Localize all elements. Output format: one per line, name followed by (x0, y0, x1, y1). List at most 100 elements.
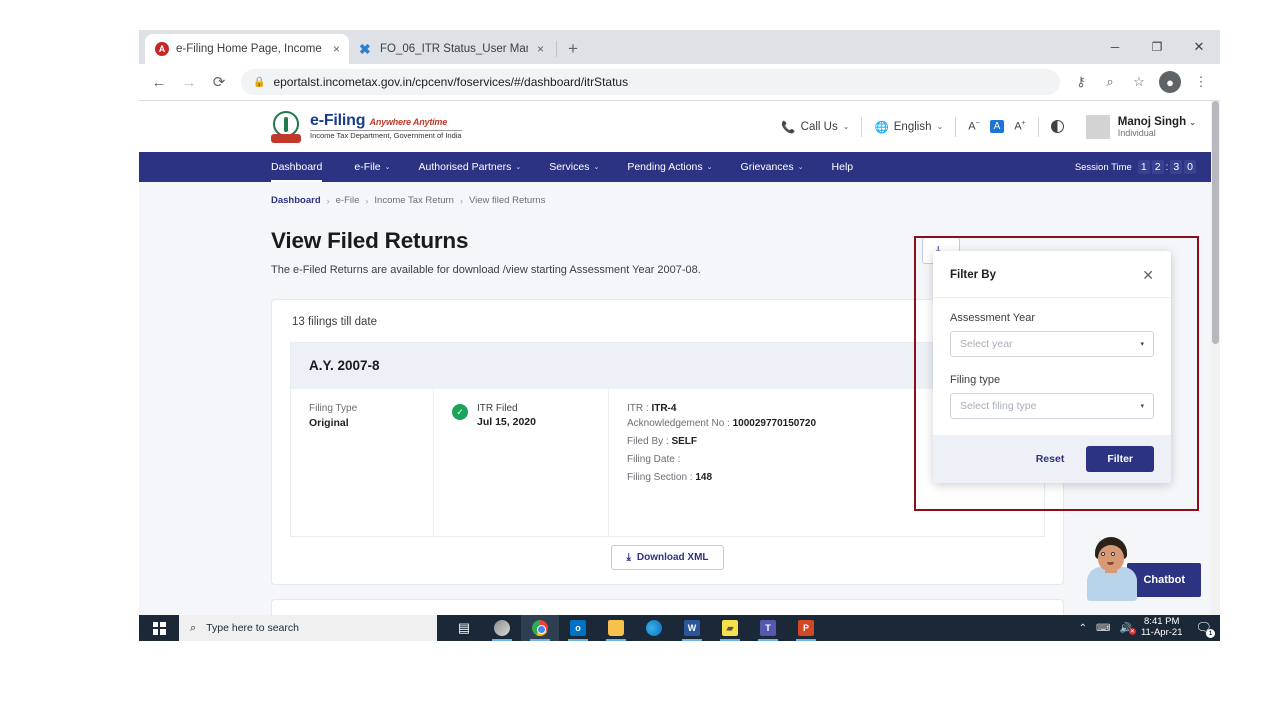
chevron-down-icon: ⌄ (798, 163, 804, 171)
scrollbar-thumb[interactable] (1212, 101, 1219, 344)
download-xml-button[interactable]: ⤓ Download XML (611, 545, 723, 570)
status-column: ✓ ITR Filed Jul 15, 2020 (434, 389, 609, 536)
back-icon[interactable]: ← (145, 68, 173, 96)
chrome-icon[interactable] (521, 615, 559, 641)
filing-type-value: Original (309, 417, 415, 429)
search-icon: ⌕ (190, 622, 196, 635)
edge-icon[interactable] (635, 615, 673, 641)
filing-type-placeholder: Select filing type (960, 400, 1036, 412)
browser-tab-1-close-icon[interactable]: × (333, 42, 340, 56)
file-explorer-icon[interactable] (597, 615, 635, 641)
chevron-down-icon: ▾ (1140, 340, 1144, 348)
new-tab-button[interactable]: + (560, 39, 586, 64)
reset-button[interactable]: Reset (1028, 448, 1073, 470)
chevron-down-icon: ⌄ (936, 122, 943, 131)
vertical-scrollbar[interactable] (1211, 101, 1220, 615)
browser-tab-2[interactable]: ✖ FO_06_ITR Status_User Manual ( × (349, 34, 553, 64)
start-button[interactable] (139, 615, 179, 641)
browser-tab-2-close-icon[interactable]: × (537, 42, 544, 56)
nav-label: Services (549, 161, 589, 173)
teams-icon[interactable]: T (749, 615, 787, 641)
filter-dialog-body: Assessment Year Select year ▾ Filing typ… (933, 298, 1171, 435)
browser-tab-1[interactable]: A e-Filing Home Page, Income Tax × (145, 34, 349, 64)
assessment-year-select[interactable]: Select year ▾ (950, 331, 1154, 357)
windows-taskbar: ⌕ Type here to search ▤ o W ▰ T P ⌃ ⌨ 🔊✕… (139, 615, 1220, 641)
nav-item-dashboard[interactable]: Dashboard (271, 152, 340, 182)
breadcrumb-item-dashboard[interactable]: Dashboard (271, 195, 321, 206)
nav-item-grievances[interactable]: Grievances ⌄ (727, 152, 818, 182)
close-icon[interactable]: ✕ (1142, 268, 1154, 282)
search-icon[interactable]: ⌕ (1097, 69, 1123, 95)
paint-3d-icon[interactable] (483, 615, 521, 641)
filter-button[interactable]: Filter (1086, 446, 1154, 472)
site-logo[interactable]: e-Filing Anywhere Anytime Income Tax Dep… (271, 111, 462, 143)
show-hidden-icons-chevron-icon[interactable]: ⌃ (1079, 623, 1087, 634)
screen: A e-Filing Home Page, Income Tax × ✖ FO_… (0, 0, 1280, 720)
key-icon[interactable]: ⚷ (1068, 69, 1094, 95)
detail-key: Filed By : (627, 436, 669, 447)
call-us-menu[interactable]: 📞 Call Us ⌄ (769, 120, 861, 134)
bookmark-star-icon[interactable]: ☆ (1126, 69, 1152, 95)
address-bar[interactable]: 🔒 eportalst.incometax.gov.in/cpcenv/fose… (241, 69, 1060, 95)
notifications-icon[interactable]: 🗨1 (1191, 620, 1212, 636)
contrast-toggle-button[interactable] (1039, 120, 1076, 133)
download-row: ⤓ Download XML (272, 537, 1063, 584)
chrome-menu-icon[interactable]: ⋮ (1188, 69, 1214, 95)
site-navigation: Dashboard e-File ⌄ Authorised Partners ⌄… (139, 152, 1220, 182)
page-viewport: e-Filing Anywhere Anytime Income Tax Dep… (139, 101, 1220, 615)
word-icon[interactable]: W (673, 615, 711, 641)
language-menu[interactable]: 🌐 English ⌄ (862, 120, 955, 134)
font-size-decrease-button[interactable]: A− (968, 120, 979, 133)
browser-tab-2-title: FO_06_ITR Status_User Manual ( (380, 43, 528, 55)
volume-muted-icon[interactable]: 🔊✕ (1119, 623, 1131, 634)
nav-item-services[interactable]: Services ⌄ (535, 152, 613, 182)
font-size-normal-button[interactable]: A (990, 120, 1005, 133)
forward-icon[interactable]: → (175, 68, 203, 96)
font-size-increase-button[interactable]: A+ (1014, 120, 1025, 133)
nav-item-authorised-partners[interactable]: Authorised Partners ⌄ (405, 152, 536, 182)
detail-value: ITR-4 (651, 403, 676, 414)
site-header: e-Filing Anywhere Anytime Income Tax Dep… (139, 101, 1220, 152)
nav-label: Dashboard (271, 161, 322, 173)
detail-key: Filing Section : (627, 472, 693, 483)
user-menu[interactable]: Manoj Singh ⌄ Individual (1076, 115, 1196, 139)
windows-logo-icon (153, 622, 166, 635)
breadcrumb-item-efile[interactable]: e-File (336, 195, 360, 206)
nav-item-pending-actions[interactable]: Pending Actions ⌄ (613, 152, 726, 182)
sticky-notes-icon[interactable]: ▰ (711, 615, 749, 641)
chatbot-widget[interactable]: Chatbot (1083, 535, 1201, 601)
maximize-button[interactable]: ❐ (1136, 31, 1178, 63)
filter-dialog: Filter By ✕ Assessment Year Select year … (933, 251, 1171, 483)
detail-key: ITR : (627, 403, 649, 414)
close-window-button[interactable]: ✕ (1178, 31, 1220, 63)
taskbar-clock[interactable]: 8:41 PM 11-Apr-21 (1141, 617, 1183, 639)
task-view-icon[interactable]: ▤ (445, 615, 483, 641)
chevron-down-icon: ⌄ (843, 122, 850, 131)
filing-type-label: Filing Type (309, 403, 415, 414)
nav-label: Pending Actions (627, 161, 702, 173)
taskbar-apps: ▤ o W ▰ T P (445, 615, 825, 641)
chevron-down-icon: ⌄ (385, 163, 391, 171)
powerpoint-icon[interactable]: P (787, 615, 825, 641)
download-xml-label: Download XML (637, 552, 709, 563)
nav-item-help[interactable]: Help (818, 152, 868, 182)
breadcrumb-separator: › (460, 196, 463, 206)
network-icon[interactable]: ⌨ (1096, 623, 1110, 634)
detail-value: 100029770150720 (733, 418, 816, 429)
outlook-icon[interactable]: o (559, 615, 597, 641)
filter-dialog-footer: Reset Filter (933, 435, 1171, 483)
nav-label: Grievances (741, 161, 794, 173)
filter-dialog-title: Filter By (950, 269, 996, 281)
avatar (1086, 115, 1110, 139)
taskbar-search-input[interactable]: ⌕ Type here to search (179, 615, 437, 641)
reload-icon[interactable]: ⟳ (205, 68, 233, 96)
system-tray: ⌃ ⌨ 🔊✕ 8:41 PM 11-Apr-21 🗨1 (1079, 617, 1220, 639)
minimize-button[interactable]: ─ (1094, 31, 1136, 63)
profile-avatar[interactable]: ● (1159, 71, 1181, 93)
site-header-actions: 📞 Call Us ⌄ 🌐 English ⌄ A− A A+ (769, 115, 1196, 139)
breadcrumb-item-income-tax-return[interactable]: Income Tax Return (374, 195, 454, 206)
nav-item-efile[interactable]: e-File ⌄ (340, 152, 404, 182)
window-controls: ─ ❐ ✕ (1094, 30, 1220, 64)
filing-type-select[interactable]: Select filing type ▾ (950, 393, 1154, 419)
filing-type-label: Filing type (950, 374, 1154, 386)
